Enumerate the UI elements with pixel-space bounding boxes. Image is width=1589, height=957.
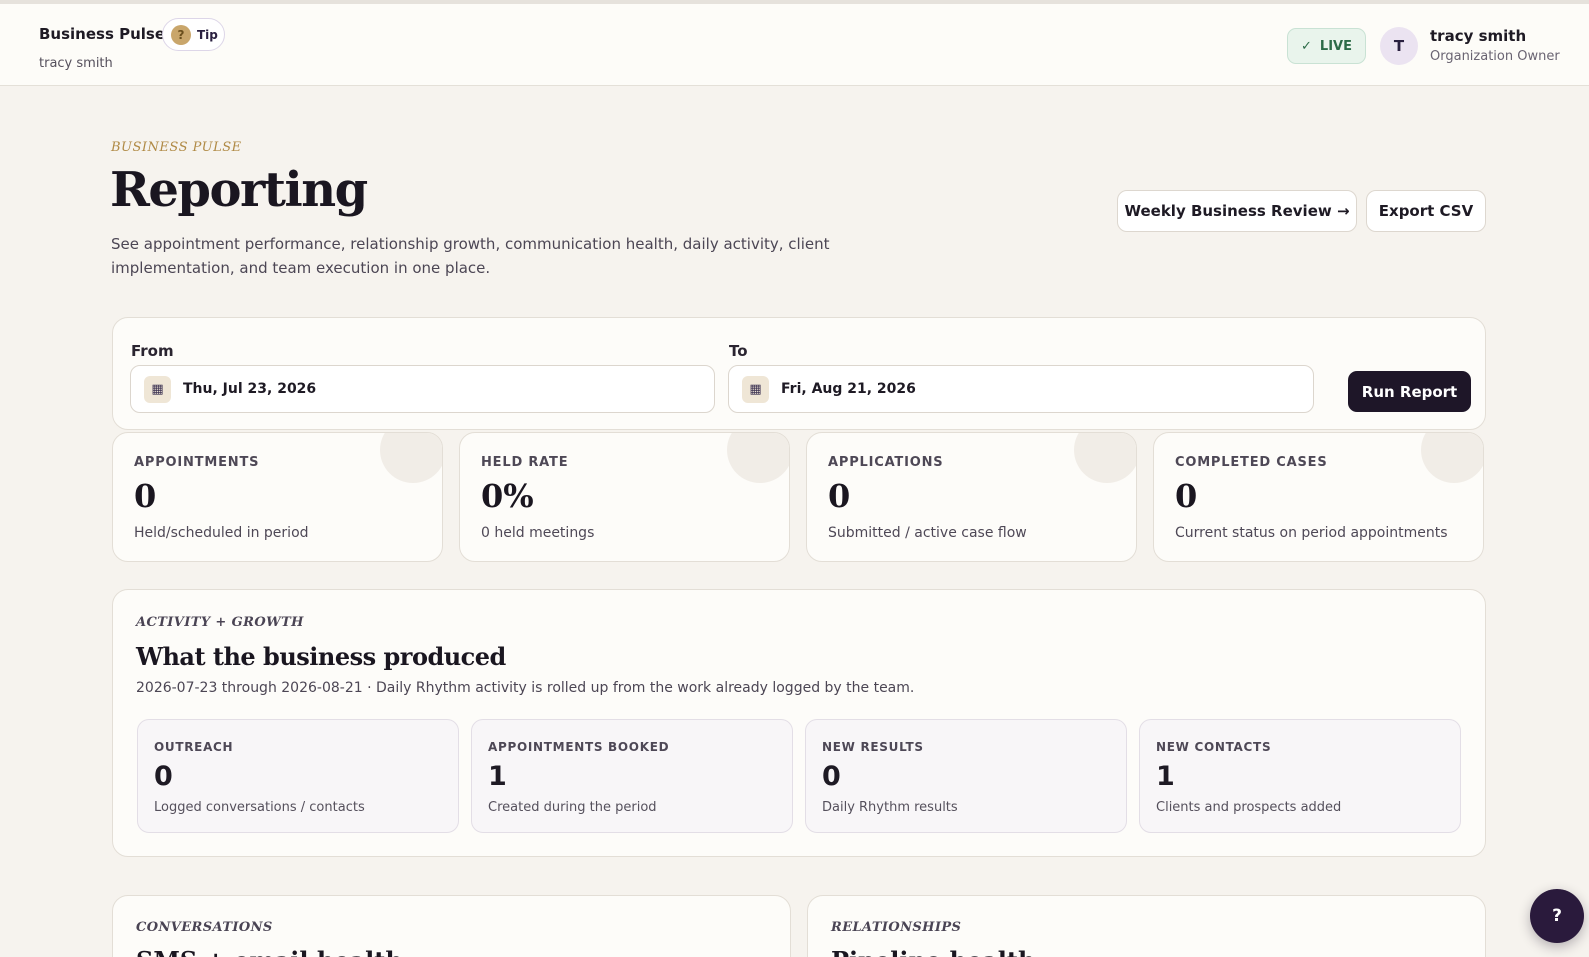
section-eyebrow: RELATIONSHIPS	[831, 920, 962, 935]
brand-user-name: tracy smith	[39, 56, 113, 71]
conversations-card: CONVERSATIONS SMS + email health	[112, 895, 791, 957]
stat-label: APPOINTMENTS BOOKED	[488, 740, 670, 754]
relationships-card: RELATIONSHIPS Pipeline health	[807, 895, 1486, 957]
calendar-icon: ▦	[742, 375, 769, 403]
section-eyebrow: CONVERSATIONS	[136, 920, 273, 935]
to-date-value: Fri, Aug 21, 2026	[781, 381, 916, 397]
metric-value: 0%	[481, 477, 534, 515]
stat-value: 1	[488, 761, 507, 792]
tip-button[interactable]: ? Tip	[162, 18, 225, 51]
run-report-button[interactable]: Run Report	[1348, 371, 1471, 412]
stat-caption: Created during the period	[488, 800, 657, 815]
decorative-circle	[1074, 433, 1136, 483]
live-status-badge: ✓ LIVE	[1287, 28, 1366, 64]
page-eyebrow: BUSINESS PULSE	[111, 140, 242, 155]
help-button[interactable]: ?	[1530, 889, 1584, 943]
activity-growth-card: ACTIVITY + GROWTH What the business prod…	[112, 589, 1486, 857]
from-label: From	[131, 342, 174, 360]
user-role: Organization Owner	[1430, 49, 1560, 64]
to-label: To	[729, 342, 748, 360]
section-eyebrow: ACTIVITY + GROWTH	[136, 615, 304, 630]
decorative-circle	[1421, 433, 1483, 483]
stat-appointments-booked: APPOINTMENTS BOOKED 1 Created during the…	[471, 719, 793, 833]
section-title: SMS + email health	[136, 946, 403, 957]
metric-card-appointments: APPOINTMENTS 0 Held/scheduled in period	[112, 432, 443, 562]
metric-label: APPOINTMENTS	[134, 455, 260, 470]
stat-caption: Daily Rhythm results	[822, 800, 958, 815]
stat-caption: Logged conversations / contacts	[154, 800, 365, 815]
stat-new-results: NEW RESULTS 0 Daily Rhythm results	[805, 719, 1127, 833]
metric-caption: Current status on period appointments	[1175, 525, 1448, 541]
user-name[interactable]: tracy smith	[1430, 27, 1526, 45]
stat-value: 1	[1156, 761, 1175, 792]
brand-name: Business Pulse	[39, 25, 166, 43]
top-bar: Business Pulse tracy smith ? Tip ✓ LIVE …	[0, 4, 1589, 86]
question-icon: ?	[1552, 906, 1562, 926]
stat-label: NEW CONTACTS	[1156, 740, 1272, 754]
stat-caption: Clients and prospects added	[1156, 800, 1342, 815]
page-title: Reporting	[110, 162, 368, 218]
page-description: See appointment performance, relationshi…	[111, 235, 830, 277]
metric-card-held-rate: HELD RATE 0% 0 held meetings	[459, 432, 790, 562]
stat-outreach: OUTREACH 0 Logged conversations / contac…	[137, 719, 459, 833]
metric-value: 0	[828, 477, 851, 515]
metric-card-completed-cases: COMPLETED CASES 0 Current status on peri…	[1153, 432, 1484, 562]
stat-label: OUTREACH	[154, 740, 234, 754]
metric-label: HELD RATE	[481, 455, 569, 470]
section-title: What the business produced	[136, 642, 506, 671]
help-circle-icon: ?	[171, 24, 191, 45]
metric-value: 0	[134, 477, 157, 515]
metric-caption: Submitted / active case flow	[828, 525, 1027, 541]
weekly-business-review-button[interactable]: Weekly Business Review →	[1117, 190, 1357, 232]
metric-label: COMPLETED CASES	[1175, 455, 1328, 470]
stat-new-contacts: NEW CONTACTS 1 Clients and prospects add…	[1139, 719, 1461, 833]
live-label: LIVE	[1319, 38, 1352, 54]
tip-label: Tip	[197, 27, 218, 42]
metric-label: APPLICATIONS	[828, 455, 944, 470]
stat-value: 0	[154, 761, 173, 792]
metric-caption: Held/scheduled in period	[134, 525, 309, 541]
metric-card-applications: APPLICATIONS 0 Submitted / active case f…	[806, 432, 1137, 562]
stat-value: 0	[822, 761, 841, 792]
from-date-field[interactable]: ▦ Thu, Jul 23, 2026	[130, 365, 715, 413]
report-filter-card: From ▦ Thu, Jul 23, 2026 To ▦ Fri, Aug 2…	[112, 317, 1486, 430]
decorative-circle	[380, 433, 442, 483]
section-description: 2026-07-23 through 2026-08-21 · Daily Rh…	[136, 680, 915, 696]
section-title: Pipeline health	[831, 946, 1035, 957]
avatar[interactable]: T	[1380, 27, 1418, 65]
check-icon: ✓	[1301, 38, 1312, 54]
from-date-value: Thu, Jul 23, 2026	[183, 381, 317, 397]
calendar-icon: ▦	[144, 375, 171, 403]
stat-label: NEW RESULTS	[822, 740, 924, 754]
metric-value: 0	[1175, 477, 1198, 515]
export-csv-button[interactable]: Export CSV	[1366, 190, 1486, 232]
metric-caption: 0 held meetings	[481, 525, 595, 541]
to-date-field[interactable]: ▦ Fri, Aug 21, 2026	[728, 365, 1314, 413]
decorative-circle	[727, 433, 789, 483]
